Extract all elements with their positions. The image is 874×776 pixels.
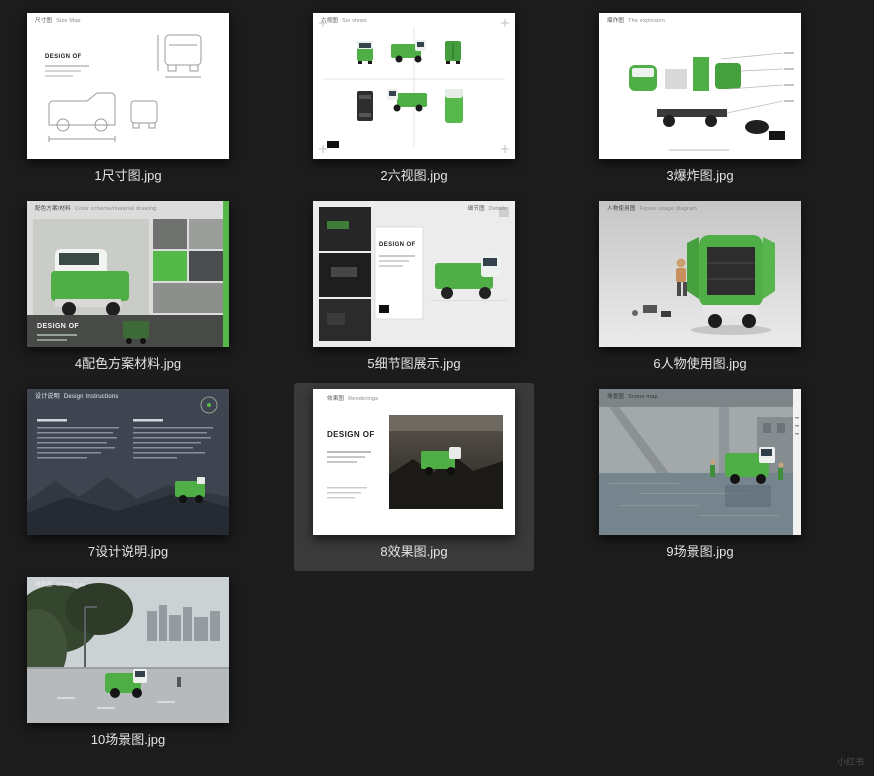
page-title-zh: 尺寸图: [35, 18, 53, 24]
pedestrian: [177, 677, 181, 687]
thumbnail-2[interactable]: 六视图 Six views: [313, 13, 515, 159]
thumbnail-7[interactable]: 设计说明 Design Instructions: [27, 389, 229, 535]
thumbnail-9[interactable]: 场景图 Scene map: [599, 389, 801, 535]
file-name[interactable]: 1尺寸图.jpg: [94, 168, 161, 184]
render-photo: [389, 415, 503, 509]
exploded-view-art: [599, 13, 801, 159]
file-name[interactable]: 9场景图.jpg: [666, 544, 733, 560]
page-header: 场景图 Scene map: [35, 582, 86, 589]
page-title-en: Size Map: [56, 18, 81, 24]
thumbnail-10[interactable]: 场景图 Scene map: [27, 577, 229, 723]
file-item-6[interactable]: 人物使用图 Figure usage diagram 6人物使用图.jpg: [580, 195, 820, 383]
file-item-10[interactable]: 场景图 Scene map 10场景图.jpg: [8, 571, 248, 759]
file-item-7[interactable]: 设计说明 Design Instructions 7设计说明.jpg: [8, 383, 248, 571]
thumbnail-8[interactable]: 效果图 Renderings DESIGN OF: [313, 389, 515, 535]
file-name[interactable]: 3爆炸图.jpg: [666, 168, 733, 184]
page-header: 人物使用图 Figure usage diagram: [607, 206, 697, 213]
page-title-zh: 设计说明: [35, 394, 60, 400]
file-name[interactable]: 8效果图.jpg: [380, 544, 447, 560]
six-views-art: [313, 13, 515, 159]
page-title-en: Renderings: [348, 396, 379, 402]
file-name[interactable]: 6人物使用图.jpg: [653, 356, 746, 372]
design-of-label: DESIGN OF: [45, 54, 82, 60]
page-header: 效果图 Renderings: [327, 396, 378, 403]
design-of-label: DESIGN OF: [327, 430, 375, 439]
design-of-label: DESIGN OF: [37, 323, 80, 330]
page-title-zh: 六视图: [321, 18, 339, 24]
thumbnail-1[interactable]: 尺寸图 Size Map DESIGN OF: [27, 13, 229, 159]
dimension-drawing-art: [27, 13, 229, 159]
file-name[interactable]: 2六视图.jpg: [380, 168, 447, 184]
file-name[interactable]: 10场景图.jpg: [91, 732, 165, 748]
truck-rear-view: [445, 41, 461, 64]
file-item-3[interactable]: 爆炸图 The explosion 3爆炸图.jpg: [580, 7, 820, 195]
page-title-zh: 人物使用图: [607, 206, 636, 212]
page-title-zh: 细节图: [467, 206, 485, 212]
file-item-5[interactable]: 细节图 Details DESIGN OF 5细节图展示.jpg: [294, 195, 534, 383]
flood-scene-art: [599, 389, 801, 535]
page-header: 设计说明 Design Instructions: [35, 394, 119, 401]
page-title-en: Scene map: [56, 582, 86, 588]
page-title-zh: 效果图: [327, 396, 345, 402]
page-header: 细节图 Details: [468, 206, 507, 213]
page-header: 配色方案/材料 Color scheme/material drawing: [35, 206, 157, 213]
file-item-1[interactable]: 尺寸图 Size Map DESIGN OF 1尺寸图.jpg: [8, 7, 248, 195]
page-header: 爆炸图 The explosion: [607, 18, 665, 25]
truck-bottom-view: [357, 91, 373, 121]
figure-usage-art: [599, 201, 801, 347]
street-scene-art: [27, 577, 229, 723]
file-gallery: 尺寸图 Size Map DESIGN OF 1尺寸图.jpg 六视图 Six …: [0, 0, 874, 759]
page-header: 尺寸图 Size Map: [35, 18, 81, 25]
page-title-zh: 场景图: [607, 394, 625, 400]
details-page-art: [313, 201, 515, 347]
file-item-4[interactable]: 配色方案/材料 Color scheme/material drawing DE…: [8, 195, 248, 383]
page-title-zh: 场景图: [35, 582, 53, 588]
reflection: [725, 485, 771, 507]
thumbnail-4[interactable]: 配色方案/材料 Color scheme/material drawing DE…: [27, 201, 229, 347]
truck-front-view: [357, 41, 373, 64]
design-of-label: DESIGN OF: [379, 242, 416, 248]
file-name[interactable]: 5细节图展示.jpg: [367, 356, 460, 372]
page-header: 场景图 Scene map: [607, 394, 658, 401]
page-title-zh: 爆炸图: [607, 18, 625, 24]
page-title-zh: 配色方案/材料: [35, 206, 71, 212]
page-title-en: Design Instructions: [63, 394, 119, 400]
renderings-art: [313, 389, 515, 535]
thumbnail-3[interactable]: 爆炸图 The explosion: [599, 13, 801, 159]
page-title-en: Six views: [342, 18, 367, 24]
file-item-2[interactable]: 六视图 Six views 2六视图.jpg: [294, 7, 534, 195]
file-name[interactable]: 7设计说明.jpg: [88, 544, 168, 560]
page-title-en: Scene map: [628, 394, 658, 400]
page-margin-strip: [793, 389, 801, 535]
watermark: 小红书: [836, 757, 864, 767]
file-item-8-selected[interactable]: 效果图 Renderings DESIGN OF 8效果图.jpg: [294, 383, 534, 571]
truck-top-view: [445, 89, 463, 123]
page-title-en: The explosion: [628, 18, 665, 24]
page-title-en: Details: [488, 206, 507, 212]
detail-photos: [319, 207, 371, 341]
page-title-en: Color scheme/material drawing: [74, 206, 157, 212]
file-name[interactable]: 4配色方案材料.jpg: [75, 356, 181, 372]
design-notes-art: [27, 389, 229, 535]
file-item-9[interactable]: 场景图 Scene map 9场景图.jpg: [580, 383, 820, 571]
page-header: 六视图 Six views: [321, 18, 367, 25]
page-title-en: Figure usage diagram: [639, 206, 698, 212]
thumbnail-6[interactable]: 人物使用图 Figure usage diagram: [599, 201, 801, 347]
thumbnail-5[interactable]: 细节图 Details DESIGN OF: [313, 201, 515, 347]
green-stripe: [223, 201, 229, 347]
